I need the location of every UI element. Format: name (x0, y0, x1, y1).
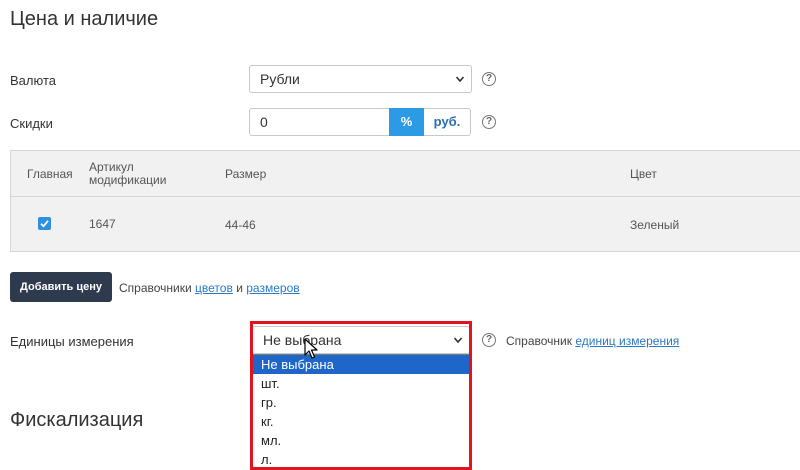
price-section-title: Цена и наличие (10, 8, 159, 30)
modifications-table: Главная Артикул модификации Размер Цвет … (10, 150, 800, 252)
units-label: Единицы измерения (10, 334, 134, 349)
units-ref-link[interactable]: единиц измерения (575, 334, 679, 348)
units-ref-prefix: Справочник (506, 334, 572, 348)
currency-select-value: Рубли (260, 71, 300, 87)
row-size: 44-46 (225, 218, 256, 232)
row-color: Зеленый (630, 218, 680, 232)
chevron-down-icon (455, 76, 465, 83)
currency-help-icon[interactable]: ? (482, 72, 496, 86)
currency-select[interactable]: Рубли (249, 65, 472, 93)
units-help-icon[interactable]: ? (482, 333, 496, 347)
references-text: Справочники цветов и размеров (119, 281, 300, 295)
currency-label: Валюта (10, 73, 56, 88)
main-checkbox[interactable] (38, 217, 51, 230)
units-reference-text: Справочник единиц измерения (506, 334, 679, 348)
sizes-link[interactable]: размеров (246, 281, 299, 295)
discount-help-icon[interactable]: ? (482, 115, 496, 129)
header-sku: Артикул модификации (89, 160, 167, 187)
header-main: Главная (27, 167, 73, 181)
references-middle: и (236, 281, 243, 295)
highlight-box (250, 321, 472, 470)
table-header: Главная Артикул модификации Размер Цвет (11, 151, 800, 197)
discounts-label: Скидки (10, 116, 53, 131)
discount-input[interactable]: 0 (249, 108, 389, 136)
discount-percent-button[interactable]: % (389, 108, 424, 136)
header-size: Размер (225, 167, 267, 181)
references-prefix: Справочники (119, 281, 192, 295)
mouse-cursor-icon (304, 338, 318, 359)
fiscal-section-title: Фискализация (10, 409, 144, 431)
colors-link[interactable]: цветов (195, 281, 233, 295)
discount-rub-button[interactable]: руб. (424, 108, 471, 136)
header-color: Цвет (630, 167, 657, 181)
row-sku: 1647 (89, 217, 116, 231)
add-price-button[interactable]: Добавить цену (10, 272, 112, 302)
